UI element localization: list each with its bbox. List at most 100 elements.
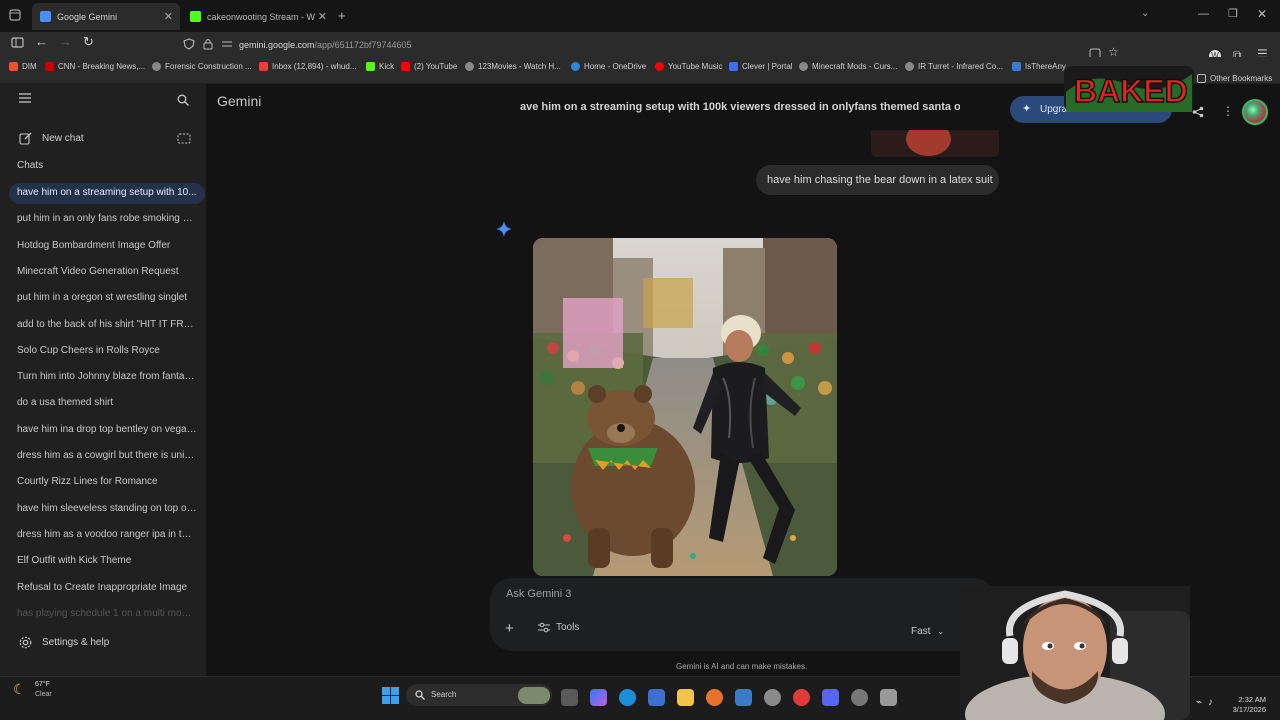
- media-player-icon[interactable]: [793, 689, 810, 706]
- edge-icon[interactable]: [619, 689, 636, 706]
- tab-google-gemini[interactable]: Google Gemini ✕: [32, 3, 180, 30]
- sidebar-chat-item[interactable]: Solo Cup Cheers in Rolls Royce: [17, 345, 197, 359]
- lock-icon[interactable]: [203, 38, 213, 50]
- globe-icon: [465, 62, 474, 71]
- sidebar-chat-item[interactable]: Refusal to Create Inappropriate Image: [17, 582, 197, 596]
- bookmark-kick[interactable]: Kick: [366, 62, 394, 71]
- baked-sticker-art: BAKED: [1064, 66, 1194, 112]
- sidebar-chat-item[interactable]: do a usa themed shirt: [17, 397, 197, 411]
- sidebar-chat-item[interactable]: have him sleeveless standing on top of .…: [17, 503, 197, 517]
- gmail-icon: [259, 62, 268, 71]
- store-icon[interactable]: [648, 689, 665, 706]
- tools-button[interactable]: Tools: [538, 622, 579, 633]
- tray-volume-icon[interactable]: ♪: [1208, 697, 1213, 708]
- more-options-icon[interactable]: ⋮: [1222, 104, 1234, 118]
- tab-kick-stream[interactable]: cakeonwooting Stream - W ✕: [182, 3, 334, 30]
- hamburger-menu-icon[interactable]: [19, 93, 31, 103]
- steam-icon[interactable]: [764, 689, 781, 706]
- browser-tab-bar: Google Gemini ✕ cakeonwooting Stream - W…: [0, 0, 1280, 32]
- youtube-music-icon: [655, 62, 664, 71]
- generated-image[interactable]: [533, 238, 837, 576]
- tab-overflow-icon[interactable]: ⌄: [1141, 8, 1149, 19]
- cnn-icon: [45, 62, 54, 71]
- sidebar-chat-item[interactable]: have him ina drop top bentley on vegas..…: [17, 424, 197, 438]
- sidebar-chat-item[interactable]: has playing schedule 1 on a multi monit.…: [17, 608, 197, 622]
- mode-label: Fast: [911, 626, 931, 637]
- obs-icon[interactable]: [851, 689, 868, 706]
- model-mode-selector[interactable]: Fast ⌄: [911, 626, 944, 637]
- minimize-icon[interactable]: —: [1198, 8, 1209, 20]
- taskbar-search-label: Search: [431, 690, 457, 699]
- task-view-icon[interactable]: [561, 689, 578, 706]
- bookmark-clever[interactable]: Clever | Portal: [729, 62, 793, 71]
- photos-icon[interactable]: [735, 689, 752, 706]
- tab-label: Google Gemini: [57, 11, 118, 22]
- bookmark-forensic[interactable]: Forensic Construction ...: [152, 62, 252, 71]
- close-tab-icon[interactable]: ✕: [318, 10, 327, 23]
- windows-start-icon[interactable]: [382, 687, 399, 704]
- sidebar-chat-item[interactable]: add to the back of his shirt "HIT IT FRO…: [17, 319, 197, 333]
- sidebar-chat-item[interactable]: dress him as a voodoo ranger ipa in the.…: [17, 529, 197, 543]
- sidebar-chat-item[interactable]: Elf Outfit with Kick Theme: [17, 555, 197, 569]
- window-close-icon[interactable]: ✕: [1257, 7, 1267, 21]
- sidebar-chat-item[interactable]: Minecraft Video Generation Request: [17, 266, 197, 280]
- previous-image-thumbnail[interactable]: [871, 130, 999, 157]
- bookmark-youtube-music[interactable]: YouTube Music: [655, 62, 723, 71]
- new-chat-icon: [19, 132, 32, 145]
- sidebar-chat-item[interactable]: dress him as a cowgirl but there is unic…: [17, 450, 197, 464]
- bookmark-ir-turret[interactable]: IR Turret - Infrared Co...: [905, 62, 1003, 71]
- bookmark-dim[interactable]: DIM: [9, 62, 37, 71]
- close-tab-icon[interactable]: ✕: [164, 10, 173, 23]
- search-icon[interactable]: [177, 94, 189, 106]
- sidebar-toggle-icon[interactable]: [11, 36, 25, 49]
- file-explorer-icon[interactable]: [677, 689, 694, 706]
- bookmark-cnn[interactable]: CNN - Breaking News,...: [45, 62, 145, 71]
- new-tab-icon[interactable]: +: [338, 8, 346, 23]
- globe-icon: [905, 62, 914, 71]
- weather-desc: Clear: [35, 691, 52, 698]
- weather-temp[interactable]: 67°F: [35, 681, 50, 688]
- clock-time[interactable]: 2:32 AM: [1236, 695, 1266, 704]
- url-text[interactable]: gemini.google.com/app/651172bf79744605: [239, 40, 411, 50]
- bookmark-inbox[interactable]: Inbox (12,894) - whud...: [259, 62, 357, 71]
- back-icon[interactable]: ←: [35, 34, 48, 49]
- sidebar-chat-item[interactable]: put him in a oregon st wrestling singlet: [17, 292, 197, 306]
- firefox-icon[interactable]: [706, 689, 723, 706]
- copilot-icon[interactable]: [590, 689, 607, 706]
- sidebar-chat-item[interactable]: Courtly Rizz Lines for Romance: [17, 476, 197, 490]
- sidebar-chat-item[interactable]: Turn him into Johnny blaze from fantas..…: [17, 371, 197, 385]
- tracking-shield-icon[interactable]: [183, 38, 195, 50]
- sidebar-chat-item[interactable]: have him on a streaming setup with 10...: [17, 187, 197, 201]
- settings-help-button[interactable]: Settings & help: [42, 637, 109, 648]
- bookmark-onedrive[interactable]: Home - OneDrive: [571, 62, 646, 71]
- new-chat-button[interactable]: New chat: [42, 133, 84, 144]
- forward-icon[interactable]: →: [59, 34, 72, 49]
- tray-network-icon[interactable]: ⌁: [1196, 697, 1202, 708]
- snipping-tool-icon[interactable]: [880, 689, 897, 706]
- temporary-chat-icon[interactable]: [177, 132, 191, 145]
- tab-label: cakeonwooting Stream - W: [207, 11, 316, 22]
- prompt-input[interactable]: Ask Gemini 3: [506, 588, 571, 600]
- youtube-icon: [401, 62, 410, 71]
- add-attachment-icon[interactable]: +: [505, 620, 514, 637]
- page-info-icon[interactable]: [221, 39, 233, 49]
- clever-icon: [729, 62, 738, 71]
- bookmark-minecraft-mods[interactable]: Minecraft Mods - Curs...: [799, 62, 897, 71]
- baked-sticker-text: BAKED: [1074, 73, 1188, 109]
- sidebar-chat-item[interactable]: put him in an only fans robe smoking a .…: [17, 213, 197, 227]
- generated-image-art: [533, 238, 837, 576]
- bookmark-123movies[interactable]: 123Movies - Watch H...: [465, 62, 561, 71]
- sparkle-icon: ✦: [1022, 103, 1032, 115]
- discord-icon[interactable]: [822, 689, 839, 706]
- sidebar-chat-item[interactable]: Hotdog Bombardment Image Offer: [17, 240, 197, 254]
- bookmark-isthereany[interactable]: IsThereAny: [1012, 62, 1066, 71]
- tab-list-icon[interactable]: [9, 9, 21, 21]
- maximize-icon[interactable]: ❐: [1228, 7, 1238, 20]
- account-avatar[interactable]: [1242, 99, 1268, 125]
- bookmark-other[interactable]: Other Bookmarks: [1197, 74, 1272, 83]
- kick-icon: [366, 62, 375, 71]
- onedrive-icon: [571, 62, 580, 71]
- app-title[interactable]: Gemini: [217, 93, 261, 109]
- bookmark-youtube[interactable]: (2) YouTube: [401, 62, 457, 71]
- reload-icon[interactable]: ↻: [83, 34, 94, 50]
